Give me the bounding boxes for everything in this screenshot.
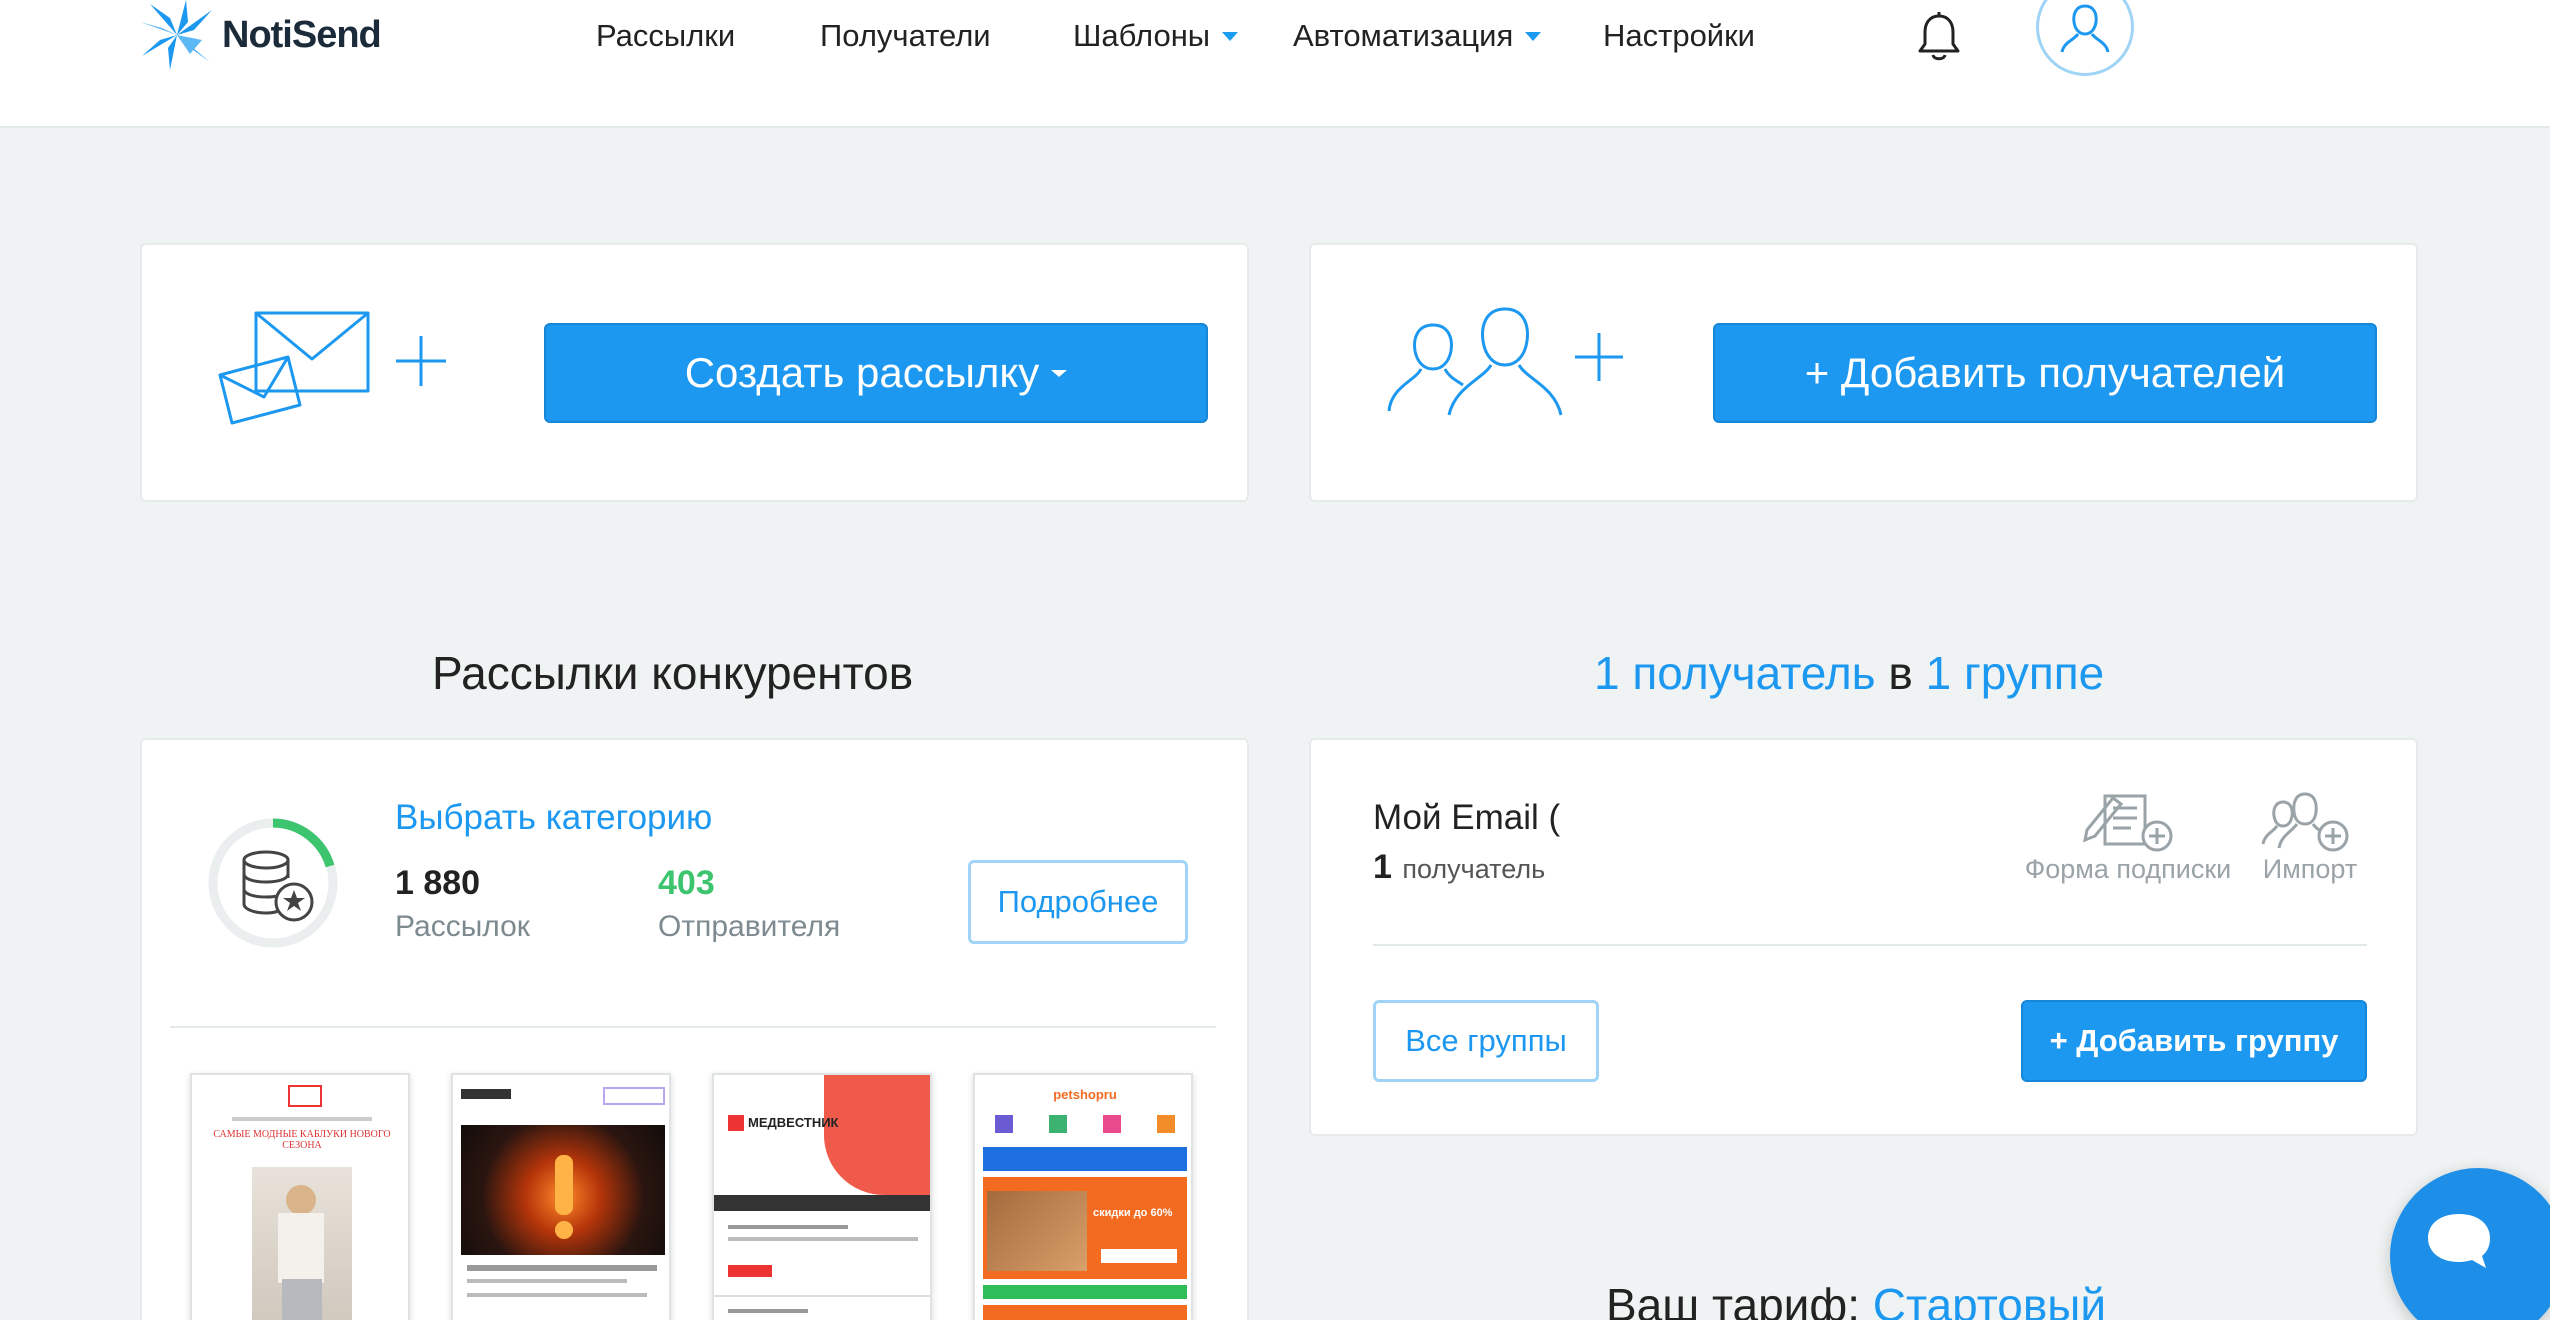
thumb-banner [983,1147,1187,1171]
nav-templates[interactable]: Шаблоны [1073,0,1239,72]
tariff-line: Ваш тариф: Стартовый [1606,1278,2106,1320]
all-groups-button[interactable]: Все группы [1373,1000,1599,1082]
chevron-down-icon [1051,369,1068,377]
users-import-icon [2261,792,2349,852]
add-recipients-card: + Добавить получателей [1309,243,2418,502]
thumb-text-line [467,1279,627,1283]
thumb-heading: САМЫЕ МОДНЫЕ КАБЛУКИ НОВОГО СЕЗОНА [213,1129,391,1151]
thumb-orange-bar [983,1305,1187,1320]
campaigns-count: 1 880 [395,864,481,902]
group-count: 1 [1373,848,1392,886]
senders-count: 403 [658,864,715,902]
group-name[interactable]: Мой Email ( [1373,798,1560,838]
chevron-down-icon [1222,31,1239,41]
campaigns-label: Рассылок [395,910,530,943]
groups-count-link[interactable]: 1 группе [1926,647,2105,699]
bell-icon[interactable] [1916,12,1962,62]
user-icon [2060,4,2110,53]
recipients-count-link[interactable]: 1 получатель [1594,647,1876,699]
recipients-card: Мой Email ( 1 получатель Форма подписки [1309,738,2418,1136]
competitors-title: Рассылки конкурентов [432,647,914,699]
add-recipients-button[interactable]: + Добавить получателей [1713,323,2377,423]
user-avatar[interactable] [2036,0,2134,76]
import-label: Импорт [2262,854,2358,884]
add-group-label: + Добавить группу [2049,1023,2339,1058]
thumb-brand: МЕДВЕСТНИК [748,1115,839,1130]
nav-templates-label: Шаблоны [1073,18,1211,53]
nav-campaigns-label: Рассылки [596,18,736,53]
nav-campaigns[interactable]: Рассылки [596,0,735,72]
campaign-thumbnail[interactable] [451,1073,671,1320]
thumb-text-line [728,1309,808,1313]
thumb-text-line [467,1293,647,1297]
tariff-label: Ваш тариф: [1606,1279,1860,1320]
nav-recipients-label: Получатели [820,18,991,53]
group-count-label: получатель [1402,854,1546,884]
logo-text: NotiSend [222,13,382,56]
chat-bubble-icon [2428,1214,2490,1268]
campaign-thumbnail[interactable]: САМЫЕ МОДНЫЕ КАБЛУКИ НОВОГО СЕЗОНА [190,1073,410,1320]
details-button[interactable]: Подробнее [968,860,1188,944]
create-campaign-card: Создать рассылку [140,243,1249,502]
details-label: Подробнее [997,884,1159,919]
subscribe-form-label: Форма подписки [2024,854,2232,884]
thumb-logo [461,1089,511,1099]
divider [1373,944,2367,946]
thumb-promo: скидки до 60% [983,1177,1187,1279]
logo-icon [140,0,212,70]
senders-label: Отправителя [658,910,841,943]
thumb-text-line [728,1237,918,1241]
thumb-badge [603,1087,665,1105]
thumb-promo-text: скидки до 60% [1093,1207,1173,1219]
divider [170,1026,1216,1028]
all-groups-label: Все группы [1405,1023,1567,1058]
thumb-divider [714,1295,930,1297]
thumb-hero: МЕДВЕСТНИК [714,1075,930,1195]
form-edit-icon [2083,794,2173,852]
thumb-photo [461,1125,665,1255]
thumb-text-line [467,1265,657,1271]
import-button[interactable]: Импорт [2255,790,2365,890]
nav-automation-label: Автоматизация [1293,18,1514,53]
thumb-icons [995,1115,1175,1133]
chat-widget-button[interactable] [2390,1168,2550,1320]
users-plus-icon [1387,307,1623,416]
thumb-green-bar [983,1285,1187,1299]
choose-category-link[interactable]: Выбрать категорию [395,798,712,838]
nav-settings[interactable]: Настройки [1603,0,1755,72]
thumb-nav-line [232,1117,372,1121]
tariff-name-link[interactable]: Стартовый [1873,1279,2106,1320]
recipients-title-in: в [1888,647,1913,699]
recipients-title: 1 получатель в 1 группе [1594,646,2104,700]
thumb-button [728,1265,772,1277]
campaign-thumbnail[interactable]: МЕДВЕСТНИК [712,1073,932,1320]
thumb-logo [288,1085,322,1107]
subscribe-form-button[interactable]: Форма подписки [2017,790,2239,890]
nav-automation[interactable]: Автоматизация [1293,0,1542,72]
thumb-brand: petshopru [1053,1087,1117,1102]
create-campaign-label: Создать рассылку [684,349,1040,396]
campaign-thumbnail[interactable]: petshopru скидки до 60% [973,1073,1193,1320]
add-recipients-label: + Добавить получателей [1804,349,2286,396]
chevron-down-icon [1525,31,1542,41]
nav-settings-label: Настройки [1603,18,1756,53]
add-group-button[interactable]: + Добавить группу [2021,1000,2367,1082]
thumb-text-line [728,1225,848,1229]
database-star-icon [208,818,338,948]
envelopes-plus-icon [218,311,446,425]
group-count-line: 1 получатель [1373,848,1545,887]
thumb-nav-bar [714,1195,930,1211]
nav-recipients[interactable]: Получатели [820,0,991,72]
logo[interactable]: NotiSend [140,0,382,70]
top-header: NotiSend Рассылки Получатели Шаблоны Авт… [0,0,2550,128]
create-campaign-button[interactable]: Создать рассылку [544,323,1208,423]
thumb-photo [252,1167,352,1320]
